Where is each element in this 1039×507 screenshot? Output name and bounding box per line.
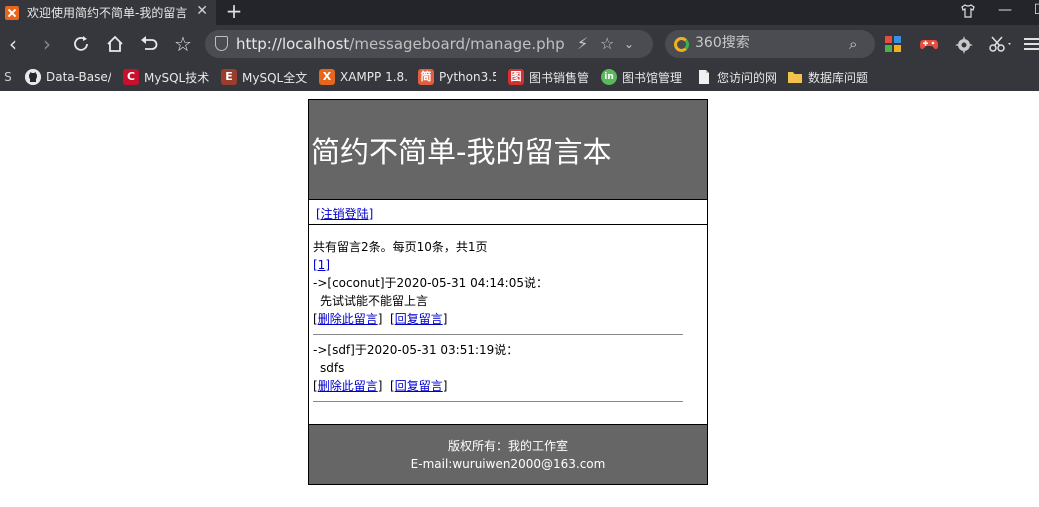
bookmark-label: 图书馆管理	[622, 70, 683, 85]
folder-icon	[787, 69, 803, 85]
360-search-logo-icon	[674, 37, 689, 52]
bookmark-label: XAMPP 1.8.	[340, 70, 407, 84]
footer-email: E-mail:wuruiwen2000@163.com	[410, 457, 606, 471]
bookmark-item-visited-page[interactable]: 您访问的网	[696, 68, 776, 86]
site-security-shield-icon[interactable]	[215, 36, 228, 51]
menu-more-icon[interactable]	[1022, 35, 1039, 53]
minimize-icon[interactable]: —	[990, 0, 1020, 25]
bookmark-label: 您访问的网	[717, 70, 776, 85]
bookmark-item-mysql-tech[interactable]: C MySQL技术	[123, 68, 211, 86]
message-item: ->[coconut]于2020-05-31 04:14:05说： 先试试能不能…	[313, 274, 703, 335]
bookmarks-bar: - S Data-Base/ C MySQL技术 E MySQL全文 X XAM…	[0, 63, 1039, 91]
delete-message-link[interactable]: 删除此留言	[318, 379, 378, 393]
footer-copyright: 版权所有：我的工作室	[447, 439, 568, 453]
logout-link[interactable]: [注销登陆]	[316, 207, 373, 221]
message-body: sdfs	[320, 361, 345, 375]
message-board-container: 简约不简单-我的留言本 [注销登陆] 共有留言2条。每页10条，共1页 [1] …	[308, 99, 708, 485]
address-url[interactable]: http://localhost/messageboard/manage.php	[236, 35, 565, 53]
back-icon[interactable]: ‹	[0, 31, 26, 57]
bookmark-label: MySQL全文	[242, 70, 307, 85]
page-header: 简约不简单-我的留言本	[309, 100, 707, 200]
bookmark-item-xampp[interactable]: X XAMPP 1.8.	[319, 68, 407, 86]
apps-grid-icon[interactable]	[884, 35, 902, 53]
bookmark-item-mysql-fulltext[interactable]: E MySQL全文	[221, 68, 307, 86]
message-actions: [删除此留言] [回复留言]	[313, 312, 448, 326]
url-host: http://localhost	[236, 35, 350, 53]
message-list: 共有留言2条。每页10条，共1页 [1] ->[coconut]于2020-05…	[309, 225, 707, 424]
page-link-1[interactable]: [1]	[313, 258, 330, 272]
xampp-favicon-icon	[5, 5, 19, 20]
url-path: /messageboard/manage.php	[349, 35, 565, 53]
address-bar[interactable]: http://localhost/messageboard/manage.php…	[205, 30, 653, 58]
undo-closed-tab-icon[interactable]	[136, 31, 162, 57]
bookmark-item-data-base[interactable]: Data-Base/	[25, 68, 111, 86]
bookmark-item-cut[interactable]: - S	[0, 68, 12, 86]
tab-title: 欢迎使用简约不简单-我的留言本	[27, 6, 187, 20]
reply-message-link[interactable]: 回复留言	[395, 312, 443, 326]
bookmark-label: MySQL技术	[144, 70, 210, 85]
extension-gear-icon[interactable]	[954, 35, 973, 54]
jianshu-icon: 简	[418, 69, 434, 85]
github-icon	[25, 69, 41, 85]
navigation-bar: ‹ › ☆ http://localhost/messageboard/mana…	[0, 25, 1039, 63]
search-icon[interactable]: ⌕	[849, 35, 857, 53]
bookmark-label: 数据库问题	[808, 70, 869, 85]
logout-row: [注销登陆]	[309, 200, 707, 225]
book-sales-icon: 图	[508, 69, 524, 85]
bookmark-item-book-sales[interactable]: 图 图书销售管	[508, 68, 590, 86]
skin-shirt-icon[interactable]	[953, 0, 983, 25]
e-logo-icon: E	[221, 69, 237, 85]
bookmark-label: Data-Base/	[46, 70, 111, 84]
browser-tab-active[interactable]: 欢迎使用简约不简单-我的留言本 ✕	[0, 0, 216, 25]
message-divider	[313, 334, 683, 335]
chevron-down-icon[interactable]: ⌄	[624, 37, 634, 51]
library-in-icon: in	[601, 69, 617, 85]
page-footer: 版权所有：我的工作室 E-mail:wuruiwen2000@163.com	[309, 424, 707, 484]
bookmark-star-icon[interactable]: ☆	[170, 31, 196, 57]
bookmark-folder-db-issues[interactable]: 数据库问题	[787, 68, 877, 86]
lightning-mode-icon[interactable]: ⚡	[577, 34, 588, 53]
message-actions: [删除此留言] [回复留言]	[313, 379, 448, 393]
pagination-summary: 共有留言2条。每页10条，共1页	[313, 240, 488, 254]
home-icon[interactable]	[102, 31, 128, 57]
csdn-c-icon: C	[123, 69, 139, 85]
favorite-star-icon[interactable]: ☆	[600, 34, 614, 53]
page-title: 简约不简单-我的留言本	[311, 134, 612, 169]
message-body: 先试试能不能留上言	[320, 294, 429, 308]
search-box[interactable]: ⌕	[665, 30, 875, 58]
screenshot-scissors-icon[interactable]	[988, 35, 1011, 53]
message-header: ->[sdf]于2020-05-31 03:51:19说：	[313, 343, 519, 357]
bookmark-item-python[interactable]: 简 Python3.5	[418, 68, 496, 86]
message-item: ->[sdf]于2020-05-31 03:51:19说： sdfs [删除此留…	[313, 341, 703, 402]
forward-icon[interactable]: ›	[34, 31, 60, 57]
tab-close-icon[interactable]: ✕	[196, 3, 208, 19]
reply-message-link[interactable]: 回复留言	[395, 379, 443, 393]
new-tab-icon[interactable]: +	[222, 0, 246, 25]
reload-icon[interactable]	[68, 31, 94, 57]
search-input[interactable]	[695, 35, 835, 51]
game-controller-icon[interactable]	[919, 35, 938, 53]
bookmark-label: Python3.5	[439, 70, 496, 84]
bookmark-label: 图书销售管	[529, 70, 590, 85]
maximize-icon[interactable]: ☐	[1025, 0, 1039, 25]
delete-message-link[interactable]: 删除此留言	[318, 312, 378, 326]
message-divider	[313, 401, 683, 402]
document-icon	[696, 69, 712, 85]
xampp-icon: X	[319, 69, 335, 85]
bookmark-item-library[interactable]: in 图书馆管理	[601, 68, 685, 86]
message-header: ->[coconut]于2020-05-31 04:14:05说：	[313, 276, 548, 290]
tab-bar: 欢迎使用简约不简单-我的留言本 ✕ + — ☐	[0, 0, 1039, 25]
